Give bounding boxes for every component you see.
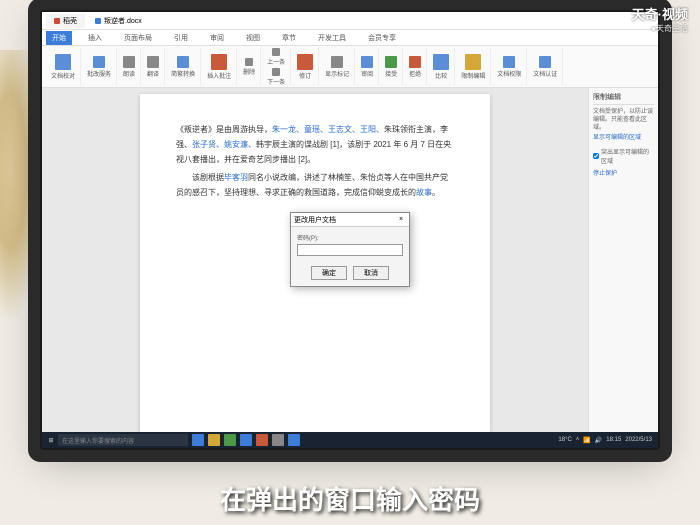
btn-review-pane[interactable]: 审阅 (359, 55, 375, 79)
btn-restrict[interactable]: 限制编辑 (459, 53, 487, 81)
screen: 稻壳 叛逆者.docx 开始 插入 页面布局 引用 审阅 视图 章节 开发工具 … (42, 12, 658, 448)
highlight-check-icon[interactable] (593, 153, 599, 159)
watermark-sub: ●天奇生活 (632, 23, 688, 34)
tray-net-icon[interactable]: 📶 (583, 437, 590, 444)
taskbar-search[interactable]: 在这里输入你要搜索的内容 (58, 434, 188, 446)
doc-tab-file[interactable]: 叛逆者.docx (87, 14, 150, 28)
stop-protect-link[interactable]: 停止保护 (593, 171, 654, 179)
watermark-brand: 天奇·视频 (632, 4, 688, 23)
btn-track[interactable]: 修订 (295, 53, 315, 81)
btn-show-marks[interactable]: 显示标记 (323, 55, 351, 79)
wps-icon (54, 18, 60, 24)
btn-read[interactable]: 朗读 (121, 55, 137, 79)
btn-translate[interactable]: 翻译 (145, 55, 161, 79)
task-icon-1[interactable] (192, 434, 204, 446)
ribbon-tab-dev[interactable]: 开发工具 (312, 31, 352, 45)
tray-up-icon[interactable]: ˄ (576, 437, 580, 443)
paragraph-1: 《叛逆者》是由周游执导，朱一龙、童瑶、王志文、王阳、朱珠领衔主演，李强、张子贤、… (176, 122, 454, 168)
tray-date[interactable]: 2022/5/13 (625, 437, 652, 443)
video-subtitle: 在弹出的窗口输入密码 (0, 480, 700, 517)
paragraph-2: 该剧根据毕客羽同名小说改编，讲述了林楠笙、朱怡贞等人在中国共产党员的感召下，坚持… (176, 170, 454, 200)
ribbon-tab-vip[interactable]: 会员专享 (362, 31, 402, 45)
task-icon-5[interactable] (256, 434, 268, 446)
btn-permission[interactable]: 文档权限 (495, 55, 523, 79)
btn-next[interactable]: 下一条 (265, 67, 287, 87)
btn-delete[interactable]: 删除 (241, 57, 257, 77)
password-input[interactable] (297, 244, 403, 256)
monitor-frame: 稻壳 叛逆者.docx 开始 插入 页面布局 引用 审阅 视图 章节 开发工具 … (40, 10, 660, 450)
btn-accept[interactable]: 接受 (383, 55, 399, 79)
task-icon-6[interactable] (272, 434, 284, 446)
ribbon-toolbar: 文档校对 批改服务 朗读 翻译 简繁转换 插入批注 删除 上一条 下一条 修订 … (42, 46, 658, 88)
btn-reject[interactable]: 拒绝 (407, 55, 423, 79)
ribbon-tab-file[interactable]: 开始 (46, 31, 72, 45)
close-icon[interactable]: × (396, 216, 406, 223)
windows-taskbar: ⊞ 在这里输入你要搜索的内容 18°C ˄ 📶 🔊 18:15 2022/5/1… (42, 432, 658, 448)
btn-correct[interactable]: 批改服务 (85, 55, 113, 79)
ribbon-tabs: 开始 插入 页面布局 引用 审阅 视图 章节 开发工具 会员专享 (42, 30, 658, 46)
ribbon-tab-view[interactable]: 视图 (240, 31, 266, 45)
tray-time[interactable]: 18:15 (606, 437, 621, 443)
tray-weather[interactable]: 18°C (558, 437, 571, 443)
password-dialog: 更改用户文档 × 密码(P): 确定 取消 (290, 212, 410, 287)
word-icon (95, 18, 101, 24)
panel-checkbox[interactable]: 突出显示可编辑的区域 (593, 147, 654, 165)
task-icon-3[interactable] (224, 434, 236, 446)
doc-tab-home[interactable]: 稻壳 (46, 14, 85, 28)
password-label: 密码(P): (297, 233, 403, 242)
window-titlebar: 稻壳 叛逆者.docx (42, 12, 658, 30)
ribbon-tab-ref[interactable]: 引用 (168, 31, 194, 45)
restrict-panel: 限制编辑 文档受保护，以防止误编辑。只能查看此区域。 显示可编辑的区域 突出显示… (588, 88, 658, 434)
panel-link[interactable]: 显示可编辑的区域 (593, 135, 654, 143)
dialog-title: 更改用户文档 (294, 215, 336, 225)
task-icon-7[interactable] (288, 434, 300, 446)
cancel-button[interactable]: 取消 (353, 266, 389, 280)
start-button[interactable]: ⊞ (44, 433, 58, 447)
ribbon-tab-section[interactable]: 章节 (276, 31, 302, 45)
btn-cert[interactable]: 文档认证 (531, 55, 559, 79)
task-icon-2[interactable] (208, 434, 220, 446)
ribbon-tab-insert[interactable]: 插入 (82, 31, 108, 45)
btn-compare[interactable]: 比较 (431, 53, 451, 81)
task-icon-4[interactable] (240, 434, 252, 446)
ribbon-tab-review[interactable]: 审阅 (204, 31, 230, 45)
tray-vol-icon[interactable]: 🔊 (595, 437, 602, 444)
btn-comment[interactable]: 插入批注 (205, 53, 233, 81)
btn-prev[interactable]: 上一条 (265, 47, 287, 67)
panel-desc: 文档受保护，以防止误编辑。只能查看此区域。 (593, 109, 654, 132)
btn-convert[interactable]: 简繁转换 (169, 55, 197, 79)
panel-title: 限制编辑 (593, 92, 654, 105)
ok-button[interactable]: 确定 (311, 266, 347, 280)
btn-doc-proof[interactable]: 文档校对 (49, 53, 77, 81)
ribbon-tab-layout[interactable]: 页面布局 (118, 31, 158, 45)
